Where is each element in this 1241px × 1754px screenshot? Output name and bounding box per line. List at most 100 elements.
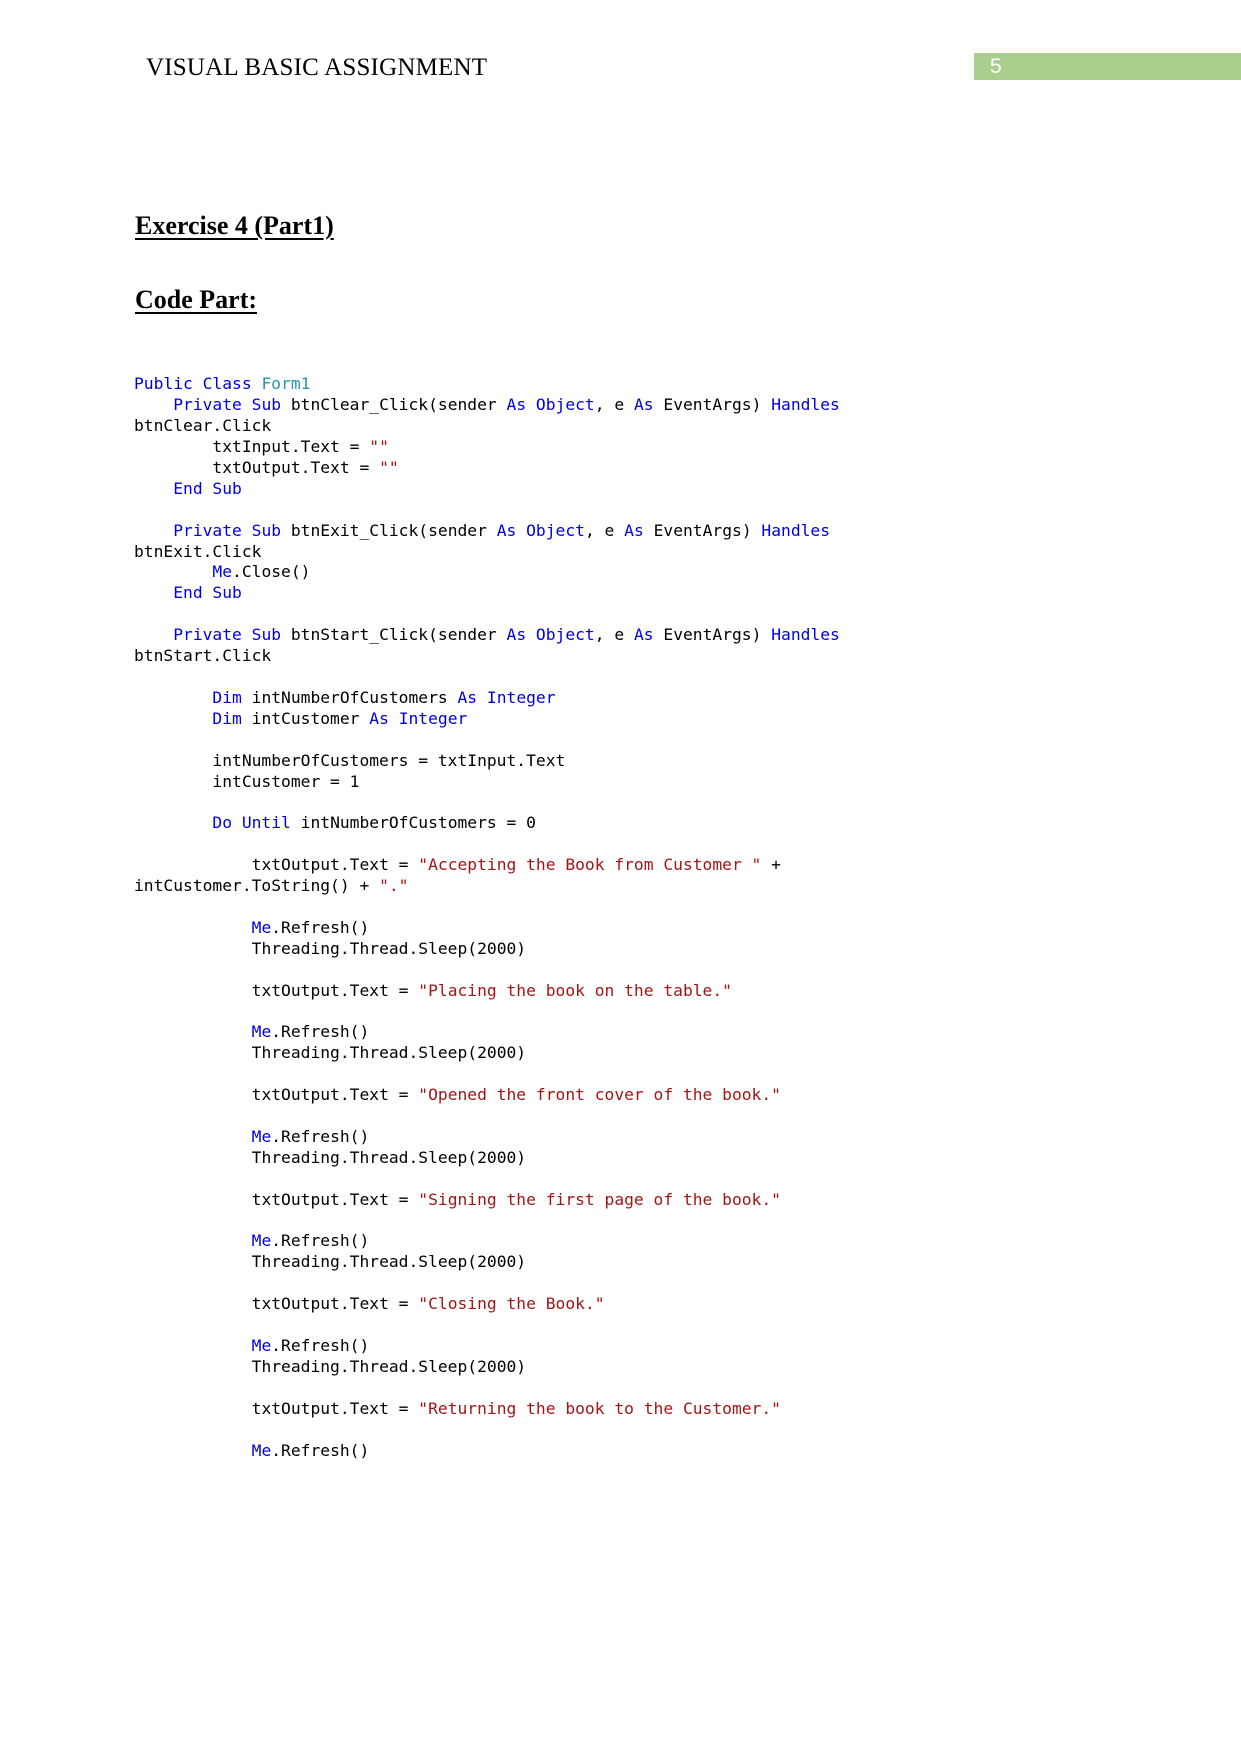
code-line: Me.Refresh() [134, 1127, 370, 1146]
code-token-pl: intNumberOfCustomers = txtInput.Text [134, 750, 566, 770]
code-token-pl: .Refresh() [271, 1440, 370, 1460]
code-token-pl: EventArgs) [663, 395, 772, 415]
code-token-pl: Threading.Thread.Sleep(2000) [134, 1356, 527, 1376]
code-token-str: "Returning the book to the Customer." [418, 1398, 781, 1418]
code-line: txtOutput.Text = "Returning the book to … [134, 1399, 781, 1418]
code-token-kw: End Sub [173, 583, 242, 603]
code-token-kw: Me [251, 1022, 272, 1042]
code-token-pl: intCustomer [251, 708, 370, 728]
code-line: Dim intNumberOfCustomers As Integer [134, 687, 556, 707]
code-token-kw: Dim [212, 687, 252, 707]
code-token-pl: txtInput.Text = [134, 437, 370, 457]
code-token-kw: As [633, 625, 664, 645]
code-token-kw: Public Class [134, 374, 262, 394]
code-token-kw: End Sub [173, 478, 242, 498]
code-line: Me.Refresh() [134, 1022, 370, 1042]
code-token-kw: Me [251, 1440, 272, 1460]
code-token-kw: As [633, 395, 664, 415]
code-token-pl: btnStart.Click [134, 646, 272, 666]
code-token-pl: .Refresh() [271, 917, 370, 937]
code-token-kw: Me [251, 1335, 272, 1355]
code-line: txtInput.Text = "" [134, 437, 389, 457]
code-token-kw: Private Sub [173, 395, 291, 415]
code-line: txtOutput.Text = "Opened the front cover… [134, 1085, 781, 1104]
code-token-kw: Dim [212, 708, 252, 728]
code-token-kw: As Object [506, 395, 595, 415]
code-token-str: "." [379, 876, 409, 896]
code-token-pl: txtOutput.Text = [134, 855, 419, 875]
code-token-pl: btnClear_Click(sender [290, 395, 507, 415]
code-token-pl: Threading.Thread.Sleep(2000) [134, 1147, 527, 1167]
code-token-pl: Threading.Thread.Sleep(2000) [134, 1252, 527, 1272]
code-line: Threading.Thread.Sleep(2000) [134, 1357, 526, 1376]
code-token-pl: intNumberOfCustomers = 0 [300, 813, 536, 833]
code-line: txtOutput.Text = "Closing the Book." [134, 1294, 605, 1313]
code-token-kw: Private Sub [173, 625, 291, 645]
code-line: Me.Refresh() [134, 1440, 370, 1460]
code-line: Threading.Thread.Sleep(2000) [134, 1252, 526, 1271]
code-token-pl: txtOutput.Text = [134, 457, 380, 477]
code-token-pl: intCustomer = 1 [134, 771, 360, 791]
code-token-pl: txtOutput.Text = [134, 1189, 419, 1209]
code-token-kw: As [624, 520, 654, 540]
code-token-pl: Threading.Thread.Sleep(2000) [134, 938, 527, 958]
code-line: Private Sub btnClear_Click(sender As Obj… [134, 395, 850, 435]
code-token-pl: txtOutput.Text = [134, 980, 419, 1000]
code-token-pl: btnStart_Click(sender [290, 625, 507, 645]
code-token-typ: Form1 [261, 374, 311, 394]
header-title: VISUAL BASIC ASSIGNMENT [146, 54, 488, 81]
page-number-bar: 5 [974, 53, 1241, 80]
code-token-str: "Placing the book on the table." [418, 980, 732, 1000]
code-token-str: "" [369, 437, 389, 457]
code-line: txtOutput.Text = "Accepting the Book fro… [134, 855, 791, 895]
code-token-pl: btnExit.Click [134, 541, 262, 561]
code-token-kw: Handles [771, 395, 850, 415]
code-line: Private Sub btnStart_Click(sender As Obj… [134, 625, 850, 665]
code-token-kw: Do Until [212, 813, 301, 833]
page-number: 5 [990, 55, 1002, 78]
code-token-str: "Opened the front cover of the book." [418, 1085, 781, 1105]
code-part-heading: Code Part: [135, 285, 258, 314]
code-line: Me.Refresh() [134, 917, 370, 937]
code-line: Private Sub btnExit_Click(sender As Obje… [134, 521, 840, 561]
code-line: Threading.Thread.Sleep(2000) [134, 1043, 526, 1062]
code-token-kw: Me [251, 917, 272, 937]
code-token-kw: As Integer [457, 687, 556, 707]
code-token-pl: btnClear.Click [134, 416, 272, 436]
code-token-kw: Me [212, 562, 233, 582]
code-line: Threading.Thread.Sleep(2000) [134, 939, 526, 958]
code-token-pl: , e [594, 625, 634, 645]
code-token-pl: txtOutput.Text = [134, 1294, 419, 1314]
code-line: Me.Close() [134, 562, 310, 581]
code-token-kw: Private Sub [173, 520, 291, 540]
code-line: intCustomer = 1 [134, 772, 359, 791]
code-line: intNumberOfCustomers = txtInput.Text [134, 751, 565, 770]
code-line: txtOutput.Text = "" [134, 457, 398, 477]
code-line: End Sub [134, 583, 242, 602]
code-line: txtOutput.Text = "Signing the first page… [134, 1190, 781, 1209]
code-token-pl: .Refresh() [271, 1335, 370, 1355]
code-line: txtOutput.Text = "Placing the book on th… [134, 981, 732, 1000]
code-token-kw: As Integer [369, 708, 468, 728]
code-token-pl: .Refresh() [271, 1231, 370, 1251]
